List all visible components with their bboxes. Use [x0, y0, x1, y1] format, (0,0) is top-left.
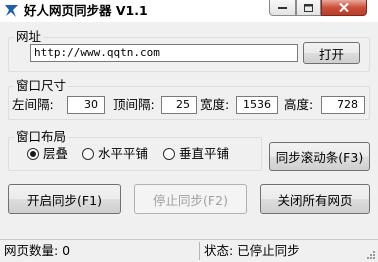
height-label: 高度: — [284, 97, 314, 112]
status-bar: 网页数量: 0 状态: 已停止同步 — [0, 239, 378, 262]
start-sync-button[interactable]: 开启同步(F1) — [8, 184, 121, 214]
radio-selected-dot — [30, 151, 36, 157]
stop-sync-button: 停止同步(F2) — [134, 184, 247, 214]
sync-state-status: 状态: 已停止同步 — [204, 243, 300, 258]
app-icon — [5, 5, 18, 17]
close-window-button[interactable] — [321, 0, 367, 16]
radio-horizontal-tile-label[interactable]: 水平平铺 — [98, 146, 148, 162]
open-button[interactable]: 打开 — [303, 42, 360, 64]
width-input[interactable]: 1536 — [236, 96, 278, 114]
url-input[interactable]: http://www.qqtn.com — [30, 44, 298, 62]
radio-horizontal-tile[interactable] — [82, 148, 94, 160]
radio-cascade-label[interactable]: 层叠 — [43, 146, 68, 162]
top-margin-input[interactable]: 25 — [161, 96, 197, 114]
radio-vertical-tile-label[interactable]: 垂直平铺 — [179, 146, 229, 162]
maximize-icon — [297, 0, 320, 15]
page-count-status: 网页数量: 0 — [4, 243, 71, 258]
width-label: 宽度: — [200, 97, 230, 112]
radio-cascade[interactable] — [27, 148, 39, 160]
top-margin-label: 顶间隔: — [113, 97, 155, 112]
left-margin-input[interactable]: 30 — [67, 96, 105, 114]
sync-scrollbar-button[interactable]: 同步滚动条(F3) — [269, 142, 370, 171]
left-margin-label: 左间隔: — [12, 97, 54, 112]
radio-vertical-tile[interactable] — [163, 148, 175, 160]
maximize-button[interactable] — [296, 0, 321, 16]
layout-group-label: 窗口布局 — [14, 129, 69, 144]
url-group-label: 网址 — [14, 29, 44, 44]
window-title: 好人网页同步器 V1.1 — [24, 3, 148, 18]
minimize-button[interactable] — [269, 0, 296, 16]
height-input[interactable]: 728 — [321, 96, 365, 114]
close-all-pages-button[interactable]: 关闭所有网页 — [260, 184, 370, 214]
status-divider — [199, 242, 200, 260]
minimize-icon — [270, 0, 295, 15]
resize-grip-icon[interactable] — [366, 250, 376, 260]
size-group-label: 窗口尺寸 — [14, 78, 69, 93]
app-window: 好人网页同步器 V1.1 网址 http://www.qqtn.com 打开 窗… — [0, 0, 378, 262]
close-icon — [322, 0, 366, 15]
title-bar[interactable]: 好人网页同步器 V1.1 — [0, 0, 378, 22]
